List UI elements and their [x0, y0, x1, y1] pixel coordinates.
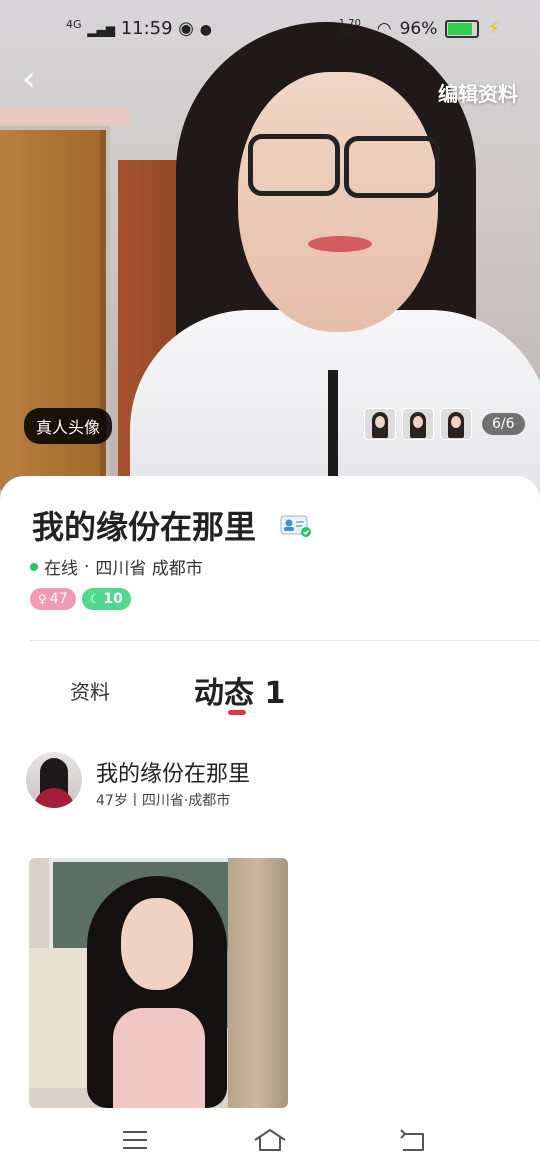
- online-dot-icon: [30, 562, 38, 571]
- tab-info[interactable]: 资料: [70, 676, 110, 705]
- photo-thumbnails: 6/6: [364, 408, 525, 440]
- photo-subject-collar: [328, 370, 338, 480]
- profile-nickname: 我的缘份在那里: [32, 508, 257, 546]
- profile-location: 四川省 成都市: [95, 559, 203, 579]
- signal-icon: ▂▄▆: [87, 23, 115, 37]
- profile-meta: 在线 · 四川省 成都市: [30, 554, 203, 579]
- status-bar: 4G ▂▄▆ 11:59 ◉ ● 1.70 KB/s ◠ 96% ⚡: [0, 0, 540, 60]
- battery-percent: 96%: [399, 18, 438, 39]
- photo-thumbnail[interactable]: [440, 408, 472, 440]
- photo-thumbnail[interactable]: [402, 408, 434, 440]
- photo-subject-glasses: [344, 136, 440, 198]
- status-left: 4G ▂▄▆ 11:59 ◉ ●: [66, 18, 212, 39]
- meta-separator: ·: [84, 556, 90, 577]
- age-tag: ♀ 47: [30, 588, 76, 610]
- section-divider: [30, 640, 540, 641]
- post-subtitle: 47岁丨四川省·成都市: [96, 793, 231, 809]
- age-value: 47: [49, 591, 68, 607]
- photo-subject-face: [238, 72, 438, 332]
- moon-tag: ☾ 10: [81, 588, 131, 610]
- battery-icon: [445, 19, 480, 38]
- wifi-icon: ◠: [376, 18, 392, 39]
- post-photo[interactable]: [29, 858, 288, 1108]
- photo-subject-lips: [308, 236, 372, 252]
- post-author[interactable]: 我的缘份在那里: [96, 756, 250, 788]
- tab-indicator: [228, 710, 246, 715]
- avatar[interactable]: [26, 752, 82, 808]
- post-photo-curtain: [228, 858, 288, 1108]
- network-label: 4G: [66, 18, 82, 31]
- photo-thumbnail[interactable]: [364, 408, 396, 440]
- wechat-icon: ●: [199, 22, 212, 38]
- net-speed: 1.70 KB/s: [338, 17, 361, 39]
- system-nav-bar: [0, 1108, 540, 1170]
- home-icon[interactable]: [252, 1122, 288, 1158]
- photo-counter: 6/6: [482, 413, 525, 435]
- charging-icon: ⚡: [487, 18, 500, 39]
- moon-value: 10: [103, 591, 123, 607]
- profile-tags: ♀ 47 ☾ 10: [30, 588, 131, 610]
- online-status: 在线: [44, 559, 78, 579]
- status-right: 1.70 KB/s ◠ 96% ⚡: [339, 18, 500, 39]
- tab-feed[interactable]: 动态 1: [194, 668, 285, 712]
- profile-card: 我的缘份在那里 在线 · 四川省 成都市 ♀ 47 ☾ 10 资料 动态 1 我…: [0, 476, 540, 1170]
- post-photo-face: [121, 898, 193, 990]
- post-photo-dress: [113, 1008, 205, 1108]
- back-icon[interactable]: ‹: [22, 62, 52, 98]
- photo-subject-glasses: [248, 134, 340, 196]
- real-avatar-badge: 真人头像: [24, 408, 113, 444]
- edit-profile-button[interactable]: 编辑资料: [438, 78, 518, 107]
- female-icon: ♀: [38, 592, 47, 606]
- id-verified-icon: [280, 515, 311, 537]
- clock: 11:59: [120, 18, 173, 39]
- moon-icon: ☾: [89, 592, 101, 606]
- back-nav-icon[interactable]: [395, 1122, 431, 1158]
- photo-shelf: [0, 108, 130, 126]
- menu-icon[interactable]: [117, 1122, 153, 1158]
- compass-icon: ◉: [178, 18, 195, 39]
